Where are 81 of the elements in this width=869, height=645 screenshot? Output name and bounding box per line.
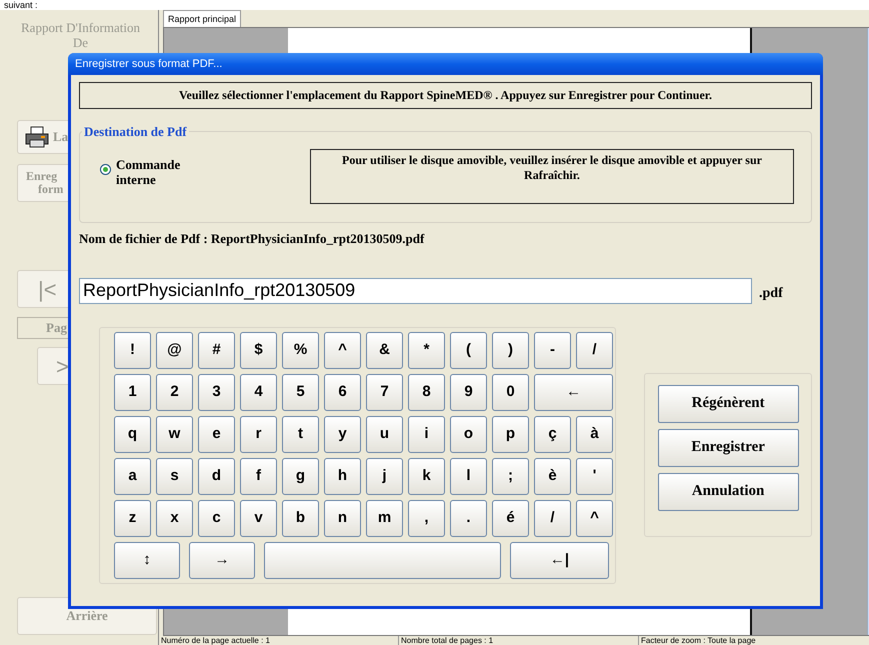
keyboard-key[interactable]: 3: [198, 374, 235, 410]
keyboard-key[interactable]: m: [366, 500, 403, 536]
keyboard-key[interactable]: -: [534, 332, 571, 368]
keyboard-key[interactable]: 5: [282, 374, 319, 410]
keyboard-key[interactable]: j: [366, 458, 403, 494]
keyboard-key[interactable]: ←|: [510, 542, 609, 578]
printer-icon: [25, 126, 49, 148]
keyboard-key[interactable]: ç: [534, 416, 571, 452]
keyboard-key[interactable]: 4: [240, 374, 277, 410]
extension-label: .pdf: [759, 284, 783, 302]
instruction-text: Veuillez sélectionner l'emplacement du Rapport SpineMED® . Appuyez sur Enregistrer pour Continuer.: [79, 82, 812, 109]
keyboard-key[interactable]: 7: [366, 374, 403, 410]
keyboard-key[interactable]: 1: [114, 374, 151, 410]
keyboard-key[interactable]: ): [492, 332, 529, 368]
radio-button[interactable]: [100, 164, 111, 175]
keyboard-key[interactable]: c: [198, 500, 235, 536]
keyboard-key[interactable]: z: [114, 500, 151, 536]
sidebar-title: Rapport D'Information De: [20, 20, 141, 50]
keyboard-key[interactable]: p: [492, 416, 529, 452]
keyboard-key[interactable]: b: [282, 500, 319, 536]
keyboard-key[interactable]: w: [156, 416, 193, 452]
keyboard-key[interactable]: ;: [492, 458, 529, 494]
keyboard-key[interactable]: k: [408, 458, 445, 494]
keyboard-key[interactable]: y: [324, 416, 361, 452]
keyboard-key[interactable]: .: [450, 500, 487, 536]
keyboard-key[interactable]: 9: [450, 374, 487, 410]
keyboard-key[interactable]: ^: [324, 332, 361, 368]
page-heading: suivant :: [3, 0, 39, 10]
removable-disk-note: Pour utiliser le disque amovible, veuillez insérer le disque amovible et appuyer sur Rafraîchir.: [310, 149, 794, 204]
keyboard-key[interactable]: !: [114, 332, 151, 368]
keyboard-key[interactable]: è: [534, 458, 571, 494]
keyboard-key[interactable]: *: [408, 332, 445, 368]
keyboard-key[interactable]: e: [198, 416, 235, 452]
filename-label: Nom de fichier de Pdf : ReportPhysicianInfo_rpt20130509.pdf: [79, 230, 426, 248]
status-text: Numéro de la page actuelle : 1: [159, 636, 399, 645]
keyboard-key[interactable]: %: [282, 332, 319, 368]
keyboard-key[interactable]: à: [576, 416, 613, 452]
keyboard-key[interactable]: l: [450, 458, 487, 494]
keyboard-key[interactable]: →: [189, 542, 255, 578]
keyboard-key[interactable]: g: [282, 458, 319, 494]
keyboard-key[interactable]: &: [366, 332, 403, 368]
action-button[interactable]: Régénèrent: [658, 384, 799, 422]
space-key[interactable]: [264, 542, 501, 578]
keyboard-key[interactable]: o: [450, 416, 487, 452]
radio-label: Commande interne: [116, 157, 182, 187]
status-text: Nombre total de pages : 1: [399, 636, 639, 645]
keyboard-key[interactable]: #: [198, 332, 235, 368]
keyboard-key[interactable]: ←: [534, 374, 613, 410]
status-text: Facteur de zoom : Toute la page: [639, 636, 869, 645]
keyboard-key[interactable]: (: [450, 332, 487, 368]
filename-field[interactable]: ReportPhysicianInfo_rpt20130509: [79, 278, 752, 304]
keyboard-key[interactable]: $: [240, 332, 277, 368]
action-button[interactable]: Enregistrer: [658, 428, 799, 466]
keyboard-key[interactable]: 2: [156, 374, 193, 410]
action-button[interactable]: Annulation: [658, 472, 799, 510]
keyboard-key[interactable]: @: [156, 332, 193, 368]
keyboard-key[interactable]: d: [198, 458, 235, 494]
keyboard-key[interactable]: ,: [408, 500, 445, 536]
keyboard-key[interactable]: 8: [408, 374, 445, 410]
keyboard-key[interactable]: s: [156, 458, 193, 494]
keyboard-key[interactable]: q: [114, 416, 151, 452]
keyboard-key[interactable]: 0: [492, 374, 529, 410]
keyboard-key[interactable]: n: [324, 500, 361, 536]
keyboard-key[interactable]: ↕: [114, 542, 180, 578]
keyboard-key[interactable]: x: [156, 500, 193, 536]
keyboard-key[interactable]: u: [366, 416, 403, 452]
tab[interactable]: Rapport principal: [163, 10, 242, 27]
keyboard-key[interactable]: ^: [576, 500, 613, 536]
keyboard-key[interactable]: h: [324, 458, 361, 494]
keyboard-key[interactable]: t: [282, 416, 319, 452]
dialog-title: Enregistrer sous format PDF...: [75, 56, 222, 72]
keyboard-key[interactable]: i: [408, 416, 445, 452]
keyboard-key[interactable]: ': [576, 458, 613, 494]
keyboard-key[interactable]: v: [240, 500, 277, 536]
keyboard-key[interactable]: /: [534, 500, 571, 536]
keyboard-key[interactable]: é: [492, 500, 529, 536]
keyboard-key[interactable]: r: [240, 416, 277, 452]
keyboard-key[interactable]: 6: [324, 374, 361, 410]
keyboard-key[interactable]: a: [114, 458, 151, 494]
keyboard-key[interactable]: f: [240, 458, 277, 494]
keyboard-key[interactable]: /: [576, 332, 613, 368]
